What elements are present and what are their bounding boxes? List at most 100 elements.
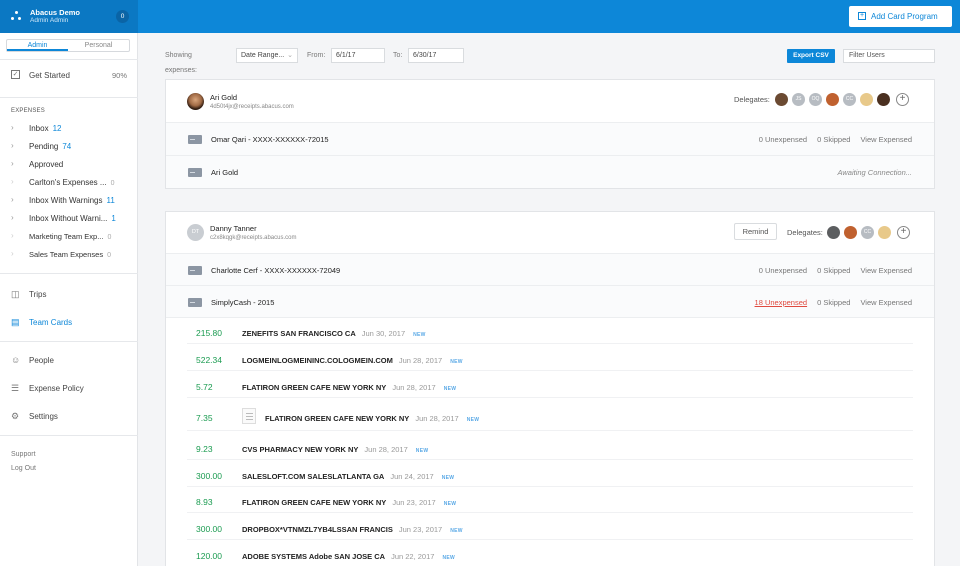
transaction-merchant: DROPBOX*VTNMZL7YB4LSSAN FRANCIS: [242, 525, 393, 534]
sidebar-item-inbox-without-warnings[interactable]: › Inbox Without Warni... 1: [11, 213, 129, 225]
transaction-row[interactable]: 120.00 ADOBE SYSTEMS Adobe SAN JOSE CA Ju…: [187, 545, 913, 566]
delegate-avatar[interactable]: [826, 93, 839, 106]
delegate-avatar[interactable]: [775, 93, 788, 106]
from-date-input[interactable]: 6/1/17: [331, 48, 385, 63]
transaction-row[interactable]: 215.80 ZENEFITS SAN FRANCISCO CA Jun 30, …: [187, 322, 913, 344]
logout-link[interactable]: Log Out: [11, 465, 36, 472]
sidebar-item-label: Inbox: [29, 124, 49, 133]
sidebar-item-pending[interactable]: › Pending 74: [11, 141, 129, 153]
sidebar-item-sales-team[interactable]: › Sales Team Expenses 0: [11, 249, 129, 261]
sidebar-item-label: Approved: [29, 160, 64, 169]
delegate-avatar[interactable]: [844, 226, 857, 239]
delegate-avatar[interactable]: [878, 226, 891, 239]
sidebar-item-label: Marketing Team Exp...: [29, 232, 104, 241]
sidebar-item-label: Carlton's Expenses ...: [29, 178, 107, 187]
org-logo-icon: [11, 11, 21, 21]
nav-settings[interactable]: ⚙ Settings: [11, 411, 129, 423]
transaction-row[interactable]: 5.72 FLATIRON GREEN CAFE NEW YORK NY Jun …: [187, 376, 913, 398]
nav-expense-policy[interactable]: ☰ Expense Policy: [11, 383, 129, 395]
date-range-select[interactable]: Date Range... ⌄: [236, 48, 298, 63]
new-badge: NEW: [415, 448, 429, 454]
transaction-row[interactable]: 7.35 FLATIRON GREEN CAFE NEW YORK NY Jun …: [187, 405, 913, 431]
delegate-avatar[interactable]: [860, 93, 873, 106]
sidebar-item-label: Inbox With Warnings: [29, 196, 103, 205]
card-row[interactable]: Ari Gold Awaiting Connection...: [166, 156, 934, 188]
sidebar-item-inbox[interactable]: › Inbox 12: [11, 123, 129, 135]
user-header-row: Ari Gold 4d50t4jx@receipts.abacus.com De…: [166, 80, 934, 123]
transaction-amount: 300.00: [196, 471, 222, 481]
unexpensed-count[interactable]: 0 Unexpensed: [759, 135, 807, 144]
transaction-row[interactable]: 9.23 CVS PHARMACY NEW YORK NY Jun 28, 201…: [187, 438, 913, 460]
sidebar-item-inbox-with-warnings[interactable]: › Inbox With Warnings 11: [11, 195, 129, 207]
unexpensed-link[interactable]: 18 Unexpensed: [755, 298, 808, 307]
filter-users-input[interactable]: Filter Users: [843, 49, 935, 63]
remind-button[interactable]: Remind: [734, 223, 777, 240]
transaction-row[interactable]: 300.00 SALESLOFT.COM SALESLATLANTA GA Jun…: [187, 465, 913, 487]
delegate-avatar[interactable]: CC: [861, 226, 874, 239]
nav-people[interactable]: ☺ People: [11, 355, 129, 367]
transaction-row[interactable]: 522.34 LOGMEINLOGMEININC.COLOGMEIN.COM Ju…: [187, 349, 913, 371]
sidebar-item-count: 12: [52, 124, 62, 133]
sidebar-item-count: 1: [111, 214, 116, 223]
chevron-right-icon: ›: [11, 141, 14, 150]
delegate-avatar[interactable]: CC: [843, 93, 856, 106]
user-name: Ari Gold: [210, 93, 238, 102]
transaction-date: Jun 28, 2017: [415, 414, 459, 423]
new-badge: NEW: [441, 475, 455, 481]
divider: [0, 435, 138, 436]
get-started-item[interactable]: ✓ Get Started 90%: [11, 70, 127, 82]
skipped-count[interactable]: 0 Skipped: [817, 135, 850, 144]
tab-admin[interactable]: Admin: [7, 40, 68, 51]
skipped-count[interactable]: 0 Skipped: [817, 298, 850, 307]
card-name: Ari Gold: [211, 168, 239, 177]
delegate-avatar[interactable]: JS: [792, 93, 805, 106]
org-switcher[interactable]: Abacus Demo Admin Admin 0: [0, 0, 138, 33]
divider: [0, 59, 138, 60]
export-csv-button[interactable]: Export CSV: [787, 49, 835, 63]
add-card-program-button[interactable]: + Add Card Program: [849, 6, 952, 27]
support-link[interactable]: Support: [11, 451, 36, 458]
add-delegate-icon[interactable]: +: [896, 93, 909, 106]
transaction-row[interactable]: 300.00 DROPBOX*VTNMZL7YB4LSSAN FRANCIS Ju…: [187, 518, 913, 540]
view-expensed-link[interactable]: View Expensed: [860, 135, 912, 144]
chevron-right-icon: ›: [11, 249, 14, 258]
to-date-input[interactable]: 6/30/17: [408, 48, 464, 63]
delegate-avatar[interactable]: [877, 93, 890, 106]
tab-personal[interactable]: Personal: [68, 40, 129, 51]
divider: [0, 273, 138, 274]
sidebar-item-carltons-expenses[interactable]: › Carlton's Expenses ... 0: [11, 177, 129, 189]
transaction-amount: 215.80: [196, 328, 222, 338]
sidebar-item-marketing-team[interactable]: › Marketing Team Exp... 0: [11, 231, 129, 243]
sidebar-item-count: 74: [62, 142, 72, 151]
transaction-amount: 7.35: [196, 413, 213, 423]
notification-badge[interactable]: 0: [116, 10, 129, 23]
transaction-merchant: FLATIRON GREEN CAFE NEW YORK NY: [265, 414, 410, 423]
receipt-thumbnail[interactable]: [242, 408, 256, 424]
delegates-label: Delegates:: [734, 95, 770, 104]
add-delegate-icon[interactable]: +: [897, 226, 910, 239]
user-name: Danny Tanner: [210, 224, 257, 233]
view-expensed-link[interactable]: View Expensed: [860, 266, 912, 275]
transaction-row[interactable]: 8.93 FLATIRON GREEN CAFE NEW YORK NY Jun …: [187, 491, 913, 513]
nav-team-cards[interactable]: ▤ Team Cards: [11, 317, 129, 329]
card-row[interactable]: Omar Qari - XXXX-XXXXXX-72015 0 Unexpens…: [166, 123, 934, 156]
card-row[interactable]: Charlotte Cerf - XXXX-XXXXXX-72049 0 Une…: [166, 254, 934, 286]
sidebar-item-approved[interactable]: › Approved: [11, 159, 129, 171]
plus-square-icon: +: [858, 12, 866, 20]
view-expensed-link[interactable]: View Expensed: [860, 298, 912, 307]
card-stats: 18 Unexpensed 0 Skipped View Expensed: [745, 298, 912, 307]
skipped-count[interactable]: 0 Skipped: [817, 266, 850, 275]
delegate-avatar[interactable]: [827, 226, 840, 239]
sidebar-item-count: 0: [107, 252, 111, 259]
unexpensed-count[interactable]: 0 Unexpensed: [759, 266, 807, 275]
nav-trips[interactable]: ◫ Trips: [11, 289, 129, 301]
expenses-heading: EXPENSES: [11, 108, 45, 114]
credit-card-icon: [188, 168, 202, 177]
card-row[interactable]: SimplyCash - 2015 18 Unexpensed 0 Skipped…: [166, 286, 934, 318]
nav-label: Expense Policy: [29, 384, 84, 393]
user-email: 4d50t4jx@receipts.abacus.com: [210, 104, 294, 110]
user-group-panel: DT Danny Tanner c2x8kqgk@receipts.abacus…: [165, 211, 935, 566]
org-role: Admin Admin: [30, 17, 69, 24]
card-stats: 0 Unexpensed 0 Skipped View Expensed: [749, 135, 912, 144]
delegate-avatar[interactable]: OQ: [809, 93, 822, 106]
